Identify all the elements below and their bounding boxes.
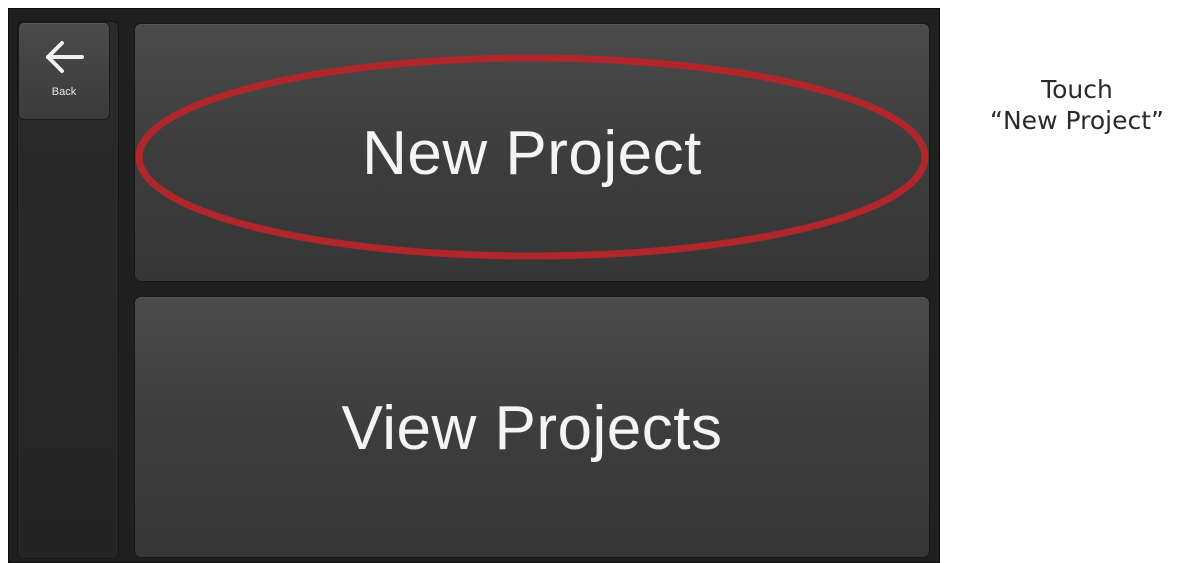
- instruction-callout: Touch “New Project”: [962, 74, 1192, 136]
- view-projects-button[interactable]: View Projects: [134, 296, 930, 558]
- device-screen: Back New Project View Projects: [8, 8, 940, 563]
- back-label: Back: [51, 86, 77, 98]
- instruction-line-1: Touch: [1041, 75, 1113, 104]
- arrow-left-icon: [19, 37, 109, 77]
- new-project-label: New Project: [362, 119, 702, 188]
- instruction-line-2: “New Project”: [990, 106, 1164, 135]
- new-project-button[interactable]: New Project: [134, 23, 930, 282]
- view-projects-label: View Projects: [341, 394, 723, 463]
- back-button[interactable]: Back: [18, 22, 110, 120]
